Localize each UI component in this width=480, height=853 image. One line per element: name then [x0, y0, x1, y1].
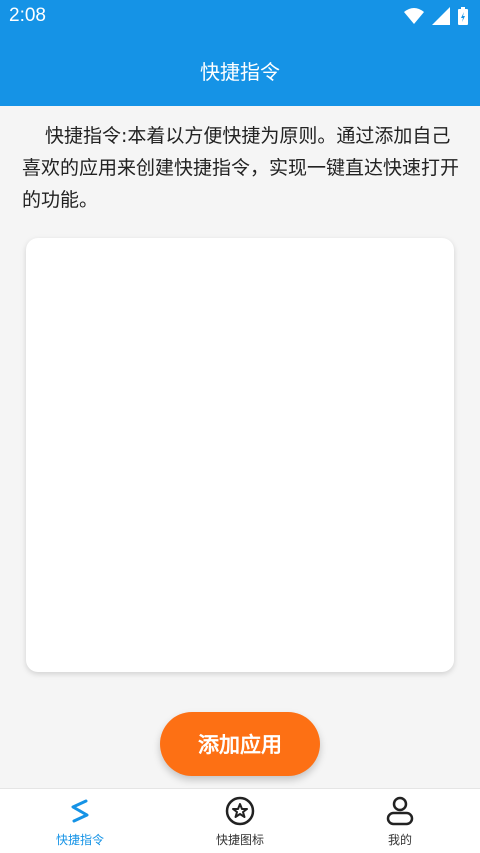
battery-icon — [458, 7, 468, 25]
apps-card — [26, 238, 454, 672]
wifi-icon — [404, 8, 424, 24]
nav-label-mine: 我的 — [387, 833, 412, 847]
page-title: 快捷指令 — [200, 59, 280, 84]
intro-text: 快捷指令:本着以方便快捷为原则。通过添加自己喜欢的应用来创建快捷指令，实现一键直… — [22, 125, 460, 211]
bottom-nav: 快捷指令 快捷图标 我的 — [0, 788, 480, 853]
nav-item-shortcuts[interactable]: 快捷指令 — [0, 789, 160, 853]
person-icon — [386, 796, 414, 826]
star-circle-icon — [225, 796, 255, 826]
status-icons — [404, 7, 468, 25]
shortcut-s-icon — [71, 799, 89, 823]
status-time: 2:08 — [9, 5, 46, 26]
nav-item-icons[interactable]: 快捷图标 — [160, 789, 320, 853]
nav-item-mine[interactable]: 我的 — [320, 789, 480, 853]
nav-label-shortcuts: 快捷指令 — [55, 833, 104, 847]
signal-icon — [432, 7, 450, 25]
nav-label-icons: 快捷图标 — [215, 833, 264, 847]
app-bar: 快捷指令 — [0, 34, 480, 106]
add-app-button[interactable]: 添加应用 — [160, 712, 320, 776]
status-bar: 2:08 — [0, 0, 480, 34]
